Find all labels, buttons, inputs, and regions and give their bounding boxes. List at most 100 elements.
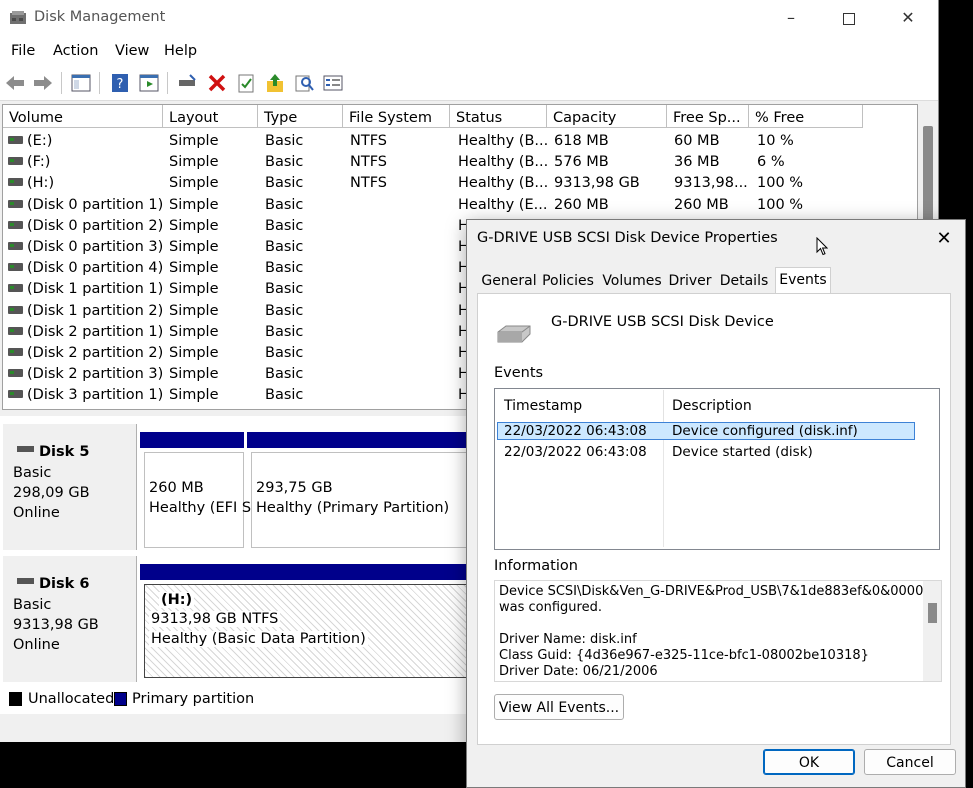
partition-status: Healthy (Basic Data Partition) [149,631,368,647]
volume-name: (H:) [27,175,55,192]
partition-disk5-efi[interactable]: 260 MB Healthy (EFI S [144,452,251,548]
tab-events[interactable]: Events [775,267,831,294]
disk-6-label[interactable]: Disk 6 Basic 9313,98 GB Online [3,556,137,682]
tab-driver[interactable]: Driver [667,269,713,293]
help-icon[interactable]: ? [109,72,131,94]
volume-layout: Simple [169,345,219,361]
column-header-volume[interactable]: Volume [3,105,163,127]
connect-disk-icon[interactable] [176,72,198,94]
volume-name: (Disk 2 partition 3) [27,366,164,383]
volume-row[interactable]: (H:) Simple Basic NTFS Healthy (B... 9313,98 … [3,173,917,194]
cancel-button[interactable]: Cancel [864,749,956,775]
dialog-close-button[interactable]: ✕ [931,226,957,252]
window-title: Disk Management [34,9,166,25]
volume-layout: Simple [169,302,219,319]
column-header-layout[interactable]: Layout [163,105,258,127]
volume-capacity: 9313,98 GB [554,175,640,192]
volume-name: (Disk 3 partition 1) [27,387,164,404]
toolbar-separator [61,72,62,94]
disk-state: Online [13,505,60,521]
show-pane-icon[interactable] [138,72,160,94]
column-header-free-space[interactable]: Free Sp... [667,105,749,127]
volume-type: Basic [265,239,304,255]
legend-swatch-primary [114,692,127,706]
events-list[interactable]: Timestamp Description 22/03/2022 06:43:0… [494,388,940,550]
menu-file[interactable]: File [11,43,35,59]
minimize-button[interactable]: – [762,0,820,36]
information-scrollbar[interactable] [923,581,941,681]
volume-name: (E:) [27,133,53,149]
scrollbar-thumb[interactable] [928,603,937,623]
tab-policies[interactable]: Policies [539,269,597,293]
volume-file-system: NTFS [350,154,387,171]
partition-status: Healthy (Primary Partition) [256,500,450,516]
toolbar-separator [99,72,100,94]
column-header-timestamp[interactable]: Timestamp [496,390,664,422]
menu-action[interactable]: Action [53,43,98,59]
column-divider [663,423,664,547]
column-header-percent-free[interactable]: % Free [749,105,863,127]
menu-help[interactable]: Help [164,43,197,59]
drive-icon [8,326,23,335]
column-header-type[interactable]: Type [258,105,343,127]
legend-label-primary: Primary partition [132,691,255,707]
volume-row[interactable]: (F:) Simple Basic NTFS Healthy (B... 576 MB 36… [3,152,917,173]
column-header-status[interactable]: Status [450,105,547,127]
partition-bar [247,432,487,448]
column-header-capacity[interactable]: Capacity [547,105,667,127]
volume-percent-free: 100 % [757,175,804,192]
volume-free-space: 9313,98... [674,175,748,192]
volume-row[interactable]: (E:) Simple Basic NTFS Healthy (B... 618 MB 60… [3,131,917,152]
volume-row[interactable]: (Disk 0 partition 1) Simple Basic Healthy (… [3,195,917,216]
maximize-button[interactable] [820,0,878,36]
volume-name: (Disk 1 partition 2) [27,302,164,319]
ok-button[interactable]: OK [763,749,855,775]
device-name: G-DRIVE USB SCSI Disk Device [551,314,774,330]
delete-icon[interactable] [206,72,228,94]
drive-icon [8,242,23,250]
volume-layout: Simple [169,154,219,171]
event-timestamp: 22/03/2022 06:43:08 [504,423,647,439]
back-arrow-icon[interactable] [4,72,26,94]
close-button[interactable]: ✕ [879,0,937,36]
disk-size: 298,09 GB [13,485,90,501]
disk-5-label[interactable]: Disk 5 Basic 298,09 GB Online [3,424,137,550]
volume-percent-free: 10 % [757,133,794,149]
volume-layout: Simple [169,175,219,192]
volume-layout: Simple [169,133,219,149]
info-line: Class Guid: {4d36e967-e325-11ce-bfc1-080… [499,648,869,663]
volume-type: Basic [265,260,304,277]
console-tree-icon[interactable] [70,72,92,94]
partition-disk6-h[interactable]: (H:) 9313,98 GB NTFS Healthy (Basic Data… [144,584,486,678]
search-icon[interactable] [293,72,315,94]
view-all-events-button[interactable]: View All Events... [494,694,624,720]
event-row[interactable]: 22/03/2022 06:43:08 Device configured (d… [497,422,915,440]
info-line: was configured. [499,600,602,615]
forward-arrow-icon[interactable] [32,72,54,94]
close-icon: ✕ [936,228,952,249]
properties-icon[interactable] [235,72,257,94]
toolbar-separator [167,72,168,94]
event-row[interactable]: 22/03/2022 06:43:08 Device started (disk… [497,444,915,462]
volume-capacity: 618 MB [554,133,609,149]
disk-name: Disk 6 [39,576,90,592]
partition-bar [140,432,244,448]
column-header-description[interactable]: Description [664,390,938,422]
list-view-icon[interactable] [322,72,344,94]
drive-icon [8,284,23,293]
tab-details[interactable]: Details [715,269,773,293]
up-folder-icon[interactable] [264,72,286,94]
volume-percent-free: 100 % [757,196,804,213]
partition-disk5-primary[interactable]: 293,75 GB Healthy (Primary Partition) [251,452,493,548]
disk-management-app-icon [10,11,26,24]
volume-layout: Simple [169,196,219,213]
tab-general[interactable]: General [479,269,539,293]
drive-icon [8,199,23,208]
column-header-file-system[interactable]: File System [343,105,450,127]
volume-name: (Disk 0 partition 4) [27,260,164,277]
tab-volumes[interactable]: Volumes [599,269,665,293]
volume-file-system: NTFS [350,175,387,192]
information-text[interactable]: Device SCSI\Disk&Ven_G-DRIVE&Prod_USB\7&… [494,580,942,682]
maximize-icon [843,13,855,25]
menu-view[interactable]: View [115,43,149,59]
